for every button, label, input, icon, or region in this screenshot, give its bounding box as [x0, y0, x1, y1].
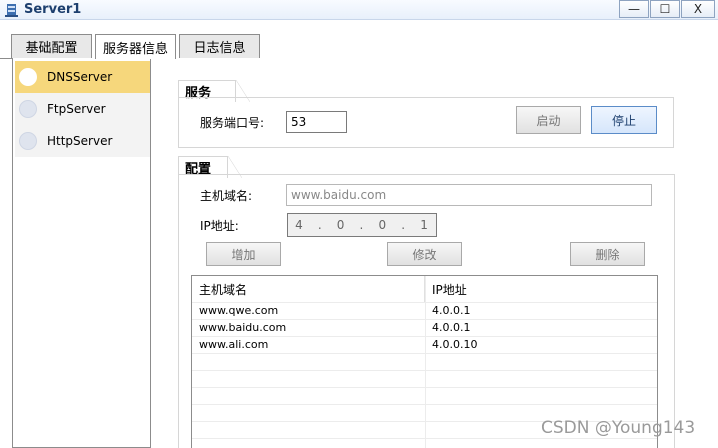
server-item-label: DNSServer	[47, 70, 113, 84]
tab-basic-config[interactable]: 基础配置	[11, 34, 92, 58]
server-item-ftp[interactable]: FtpServer	[15, 93, 150, 125]
column-header-domain[interactable]: 主机域名	[192, 276, 425, 302]
server-item-dns[interactable]: DNSServer	[15, 61, 150, 93]
table-cell-domain[interactable]: www.ali.com	[192, 336, 425, 353]
ip-octet[interactable]: 0	[337, 218, 346, 232]
port-label: 服务端口号:	[200, 116, 265, 130]
server-item-label: HttpServer	[47, 134, 113, 148]
window-title: Server1	[24, 2, 82, 17]
server-item-http[interactable]: HttpServer	[15, 125, 150, 157]
tab-log-info[interactable]: 日志信息	[179, 34, 260, 58]
watermark: CSDN @Young143	[541, 418, 696, 438]
column-header-ip[interactable]: IP地址	[425, 276, 655, 302]
server-status-icon	[19, 100, 37, 118]
close-button[interactable]: X	[681, 0, 715, 18]
server-item-label: FtpServer	[47, 102, 106, 116]
server-status-icon	[19, 68, 37, 86]
row-divider	[192, 438, 657, 439]
row-divider	[192, 370, 657, 371]
minimize-button[interactable]: —	[619, 0, 649, 18]
ip-octet[interactable]: 0	[379, 218, 388, 232]
table-cell-domain[interactable]: www.qwe.com	[192, 302, 425, 319]
add-button[interactable]: 增加	[206, 242, 281, 266]
server-list: DNSServer FtpServer HttpServer	[12, 58, 151, 448]
ip-dot: .	[359, 218, 365, 232]
title-bar: Server1 — ☐ X	[0, 0, 718, 20]
table-cell-ip[interactable]: 4.0.0.1	[425, 302, 655, 319]
table-cell-ip[interactable]: 4.0.0.1	[425, 319, 655, 336]
delete-button[interactable]: 删除	[570, 242, 645, 266]
table-cell-domain[interactable]: www.baidu.com	[192, 319, 425, 336]
server-status-icon	[19, 132, 37, 150]
table-cell-ip[interactable]: 4.0.0.10	[425, 336, 655, 353]
start-button[interactable]: 启动	[516, 106, 581, 134]
row-divider	[192, 404, 657, 405]
domain-label: 主机域名:	[200, 189, 253, 203]
domain-input[interactable]: www.baidu.com	[286, 184, 652, 206]
server-app-icon	[5, 4, 18, 17]
ip-octet[interactable]: 1	[420, 218, 429, 232]
row-divider	[192, 353, 657, 354]
stop-button[interactable]: 停止	[591, 106, 657, 134]
tab-server-info[interactable]: 服务器信息	[95, 34, 176, 59]
maximize-button[interactable]: ☐	[650, 0, 680, 18]
ip-label: IP地址:	[200, 219, 239, 233]
ip-address-input[interactable]: 4 . 0 . 0 . 1	[287, 213, 437, 237]
ip-dot: .	[401, 218, 407, 232]
row-divider	[192, 387, 657, 388]
modify-button[interactable]: 修改	[387, 242, 462, 266]
ip-octet[interactable]: 4	[295, 218, 304, 232]
ip-dot: .	[317, 218, 323, 232]
port-input[interactable]: 53	[286, 111, 347, 133]
